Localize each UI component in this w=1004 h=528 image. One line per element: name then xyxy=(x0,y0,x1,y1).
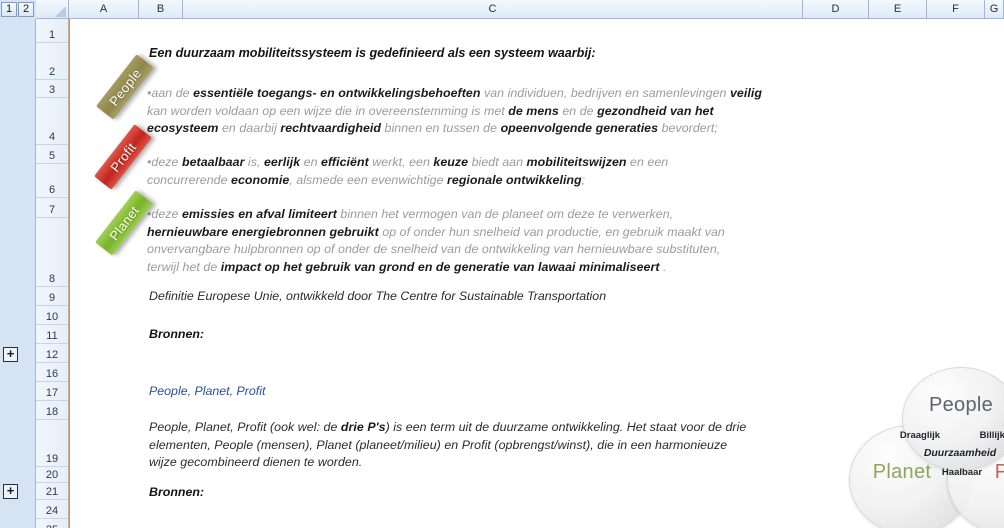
outline-pane: 12 + + xyxy=(0,0,36,528)
row-header-10[interactable]: 10 xyxy=(36,306,69,325)
row-header-pane: 123456789101112161718192021242526 xyxy=(36,0,69,528)
row-header-25[interactable]: 25 xyxy=(36,519,69,528)
select-all-triangle-icon xyxy=(55,6,66,17)
row-header-3[interactable]: 3 xyxy=(36,80,69,98)
text-line: •deze betaalbaar is, eerlijk en efficiën… xyxy=(147,155,669,169)
bullet-paragraph-people: •aan de essentiële toegangs- en ontwikke… xyxy=(147,85,817,138)
row-header-8[interactable]: 8 xyxy=(36,218,69,287)
venn-label-haalbaar: Haalbaar xyxy=(941,467,983,478)
bullet-paragraph-profit: •deze betaalbaar is, eerlijk en efficiën… xyxy=(147,154,817,189)
row-header-20[interactable]: 20 xyxy=(36,467,69,483)
text-line: concurrerende economie, alsmede een even… xyxy=(147,172,586,187)
expand-group-row-16[interactable]: + xyxy=(3,347,18,362)
row-header-2[interactable]: 2 xyxy=(36,43,69,80)
link-people-planet-profit[interactable]: People, Planet, Profit xyxy=(149,384,265,398)
column-header-E[interactable]: E xyxy=(869,0,927,19)
spreadsheet-window: 12 ++ 123456789101112161718192021242526 … xyxy=(0,0,1004,528)
column-header-D[interactable]: D xyxy=(803,0,869,19)
active-column-edge xyxy=(69,19,70,528)
ribbon-planet: Planet xyxy=(95,190,153,256)
column-header-B[interactable]: B xyxy=(139,0,183,19)
text-line: hernieuwbare energiebronnen gebruikt op … xyxy=(147,224,725,239)
row-header-18[interactable]: 18 xyxy=(36,401,69,420)
sources-label-second: Bronnen: xyxy=(149,485,205,499)
row-header-12[interactable]: 12 xyxy=(36,344,69,363)
venn-label-draaglijk: Draaglijk xyxy=(899,430,941,441)
column-header-C[interactable]: C xyxy=(183,0,803,19)
text-line: elementen, People (mensen), Planet (plan… xyxy=(149,437,728,452)
venn-label-billijkheid: Billijkheid xyxy=(979,430,1004,441)
expand-group-row-24[interactable]: + xyxy=(3,484,18,499)
venn-label-duurzaamheid: Duurzaamheid xyxy=(923,447,997,459)
text-line: People, Planet, Profit (ook wel: de drie… xyxy=(149,420,747,434)
ppp-description-paragraph: People, Planet, Profit (ook wel: de drie… xyxy=(149,419,839,472)
sources-label-first: Bronnen: xyxy=(149,327,205,341)
text-line: terwijl het de impact op het gebruik van… xyxy=(147,259,667,274)
definition-heading: Een duurzaam mobiliteitssysteem is gedef… xyxy=(149,46,596,60)
text-line: wijze gecombineerd dienen te worden. xyxy=(149,455,363,469)
row-header-17[interactable]: 17 xyxy=(36,382,69,401)
ribbon-people: People xyxy=(96,54,154,120)
row-header-19[interactable]: 19 xyxy=(36,420,69,467)
row-header-24[interactable]: 24 xyxy=(36,500,69,519)
venn-diagram: People Planet Profit Draaglijk Billijkhe… xyxy=(847,367,1004,528)
row-header-16[interactable]: 16 xyxy=(36,363,69,382)
bullet-paragraph-planet: •deze emissies en afval limiteert binnen… xyxy=(147,206,837,276)
row-header-11[interactable]: 11 xyxy=(36,325,69,344)
column-header-G[interactable]: G xyxy=(985,0,1004,19)
row-header-9[interactable]: 9 xyxy=(36,287,69,306)
row-header-4[interactable]: 4 xyxy=(36,98,69,145)
ribbon-profit: Profit xyxy=(94,124,152,190)
select-all-corner[interactable] xyxy=(36,0,69,19)
column-header-F[interactable]: F xyxy=(927,0,985,19)
row-header-1[interactable]: 1 xyxy=(36,19,69,43)
row-header-7[interactable]: 7 xyxy=(36,198,69,218)
text-line: kan worden voldaan op een wijze die in o… xyxy=(147,103,714,118)
row-header-21[interactable]: 21 xyxy=(36,483,69,500)
row-header-5[interactable]: 5 xyxy=(36,145,69,164)
sheet-canvas: Een duurzaam mobiliteitssysteem is gedef… xyxy=(69,19,1004,528)
definition-source-line: Definitie Europese Unie, ontwikkeld door… xyxy=(149,289,607,303)
outline-level-1[interactable]: 1 xyxy=(1,2,17,17)
column-header-A[interactable]: A xyxy=(69,0,139,19)
outline-level-buttons: 12 xyxy=(0,0,36,19)
text-line: •deze emissies en afval limiteert binnen… xyxy=(147,207,674,221)
column-header-pane: ABCDEFG xyxy=(69,0,1004,19)
text-line: ecosysteem en daarbij rechtvaardigheid b… xyxy=(147,121,718,135)
text-line: •aan de essentiële toegangs- en ontwikke… xyxy=(147,86,762,100)
row-header-6[interactable]: 6 xyxy=(36,164,69,198)
text-line: onvervangbare hulpbronnen op of onder de… xyxy=(147,242,721,256)
outline-level-2[interactable]: 2 xyxy=(18,2,34,17)
venn-label-people: People xyxy=(928,394,994,416)
